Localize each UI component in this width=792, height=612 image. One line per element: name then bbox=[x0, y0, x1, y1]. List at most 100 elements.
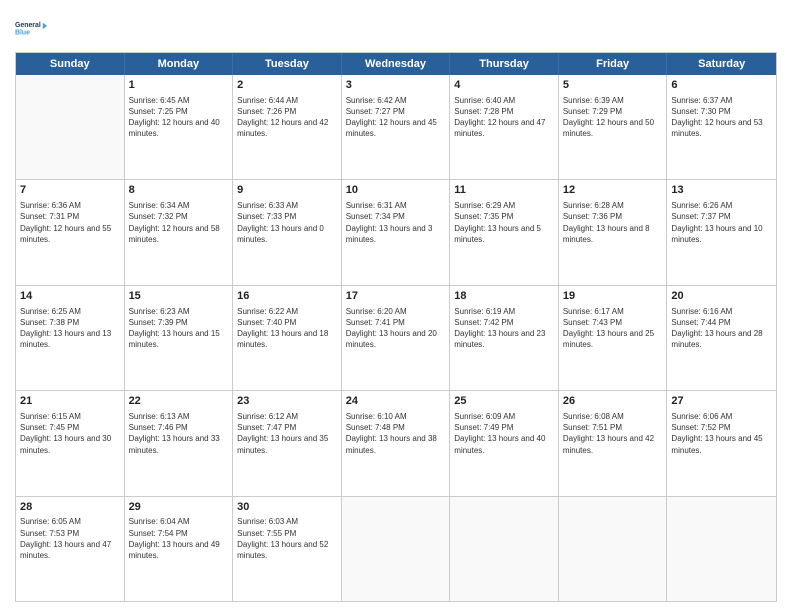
cal-cell-3-0: 21 Sunrise: 6:15 AMSunset: 7:45 PMDayligh… bbox=[16, 391, 125, 495]
cal-cell-4-3 bbox=[342, 497, 451, 601]
cell-info: Sunrise: 6:17 AMSunset: 7:43 PMDaylight:… bbox=[563, 306, 663, 351]
cal-cell-4-0: 28Sunrise: 6:05 AMSunset: 7:53 PMDayligh… bbox=[16, 497, 125, 601]
cell-info: Sunrise: 6:16 AMSunset: 7:44 PMDaylight:… bbox=[671, 306, 772, 351]
cell-info: Sunrise: 6:40 AMSunset: 7:28 PMDaylight:… bbox=[454, 95, 554, 140]
day-number: 9 bbox=[237, 183, 337, 198]
cell-info: Sunrise: 6:22 AMSunset: 7:40 PMDaylight:… bbox=[237, 306, 337, 351]
cal-cell-0-3: 3 Sunrise: 6:42 AMSunset: 7:27 PMDaylight… bbox=[342, 75, 451, 179]
day-number: 17 bbox=[346, 289, 446, 304]
header: General Blue bbox=[15, 10, 777, 46]
day-number: 24 bbox=[346, 394, 446, 409]
header-thursday: Thursday bbox=[450, 53, 559, 75]
cal-cell-1-3: 10 Sunrise: 6:31 AMSunset: 7:34 PMDayligh… bbox=[342, 180, 451, 284]
header-saturday: Saturday bbox=[667, 53, 776, 75]
day-number: 30 bbox=[237, 500, 337, 515]
cal-cell-2-6: 20Sunrise: 6:16 AMSunset: 7:44 PMDayligh… bbox=[667, 286, 776, 390]
week-row-3: 14 Sunrise: 6:25 AMSunset: 7:38 PMDayligh… bbox=[16, 286, 776, 391]
week-row-1: 1 Sunrise: 6:45 AMSunset: 7:25 PMDaylight… bbox=[16, 75, 776, 180]
logo-svg: General Blue bbox=[15, 10, 47, 46]
cal-cell-2-0: 14 Sunrise: 6:25 AMSunset: 7:38 PMDayligh… bbox=[16, 286, 125, 390]
day-number: 28 bbox=[20, 500, 120, 515]
cell-info: Sunrise: 6:44 AMSunset: 7:26 PMDaylight:… bbox=[237, 95, 337, 140]
week-row-2: 7Sunrise: 6:36 AMSunset: 7:31 PMDaylight… bbox=[16, 180, 776, 285]
cal-cell-1-5: 12Sunrise: 6:28 AMSunset: 7:36 PMDayligh… bbox=[559, 180, 668, 284]
cal-cell-4-6 bbox=[667, 497, 776, 601]
cal-cell-2-1: 15 Sunrise: 6:23 AMSunset: 7:39 PMDayligh… bbox=[125, 286, 234, 390]
cell-info: Sunrise: 6:26 AMSunset: 7:37 PMDaylight:… bbox=[671, 200, 772, 245]
cal-cell-2-5: 19 Sunrise: 6:17 AMSunset: 7:43 PMDayligh… bbox=[559, 286, 668, 390]
day-number: 29 bbox=[129, 500, 229, 515]
day-number: 21 bbox=[20, 394, 120, 409]
cell-info: Sunrise: 6:39 AMSunset: 7:29 PMDaylight:… bbox=[563, 95, 663, 140]
cell-info: Sunrise: 6:13 AMSunset: 7:46 PMDaylight:… bbox=[129, 411, 229, 456]
cell-info: Sunrise: 6:10 AMSunset: 7:48 PMDaylight:… bbox=[346, 411, 446, 456]
cal-cell-4-4 bbox=[450, 497, 559, 601]
header-sunday: Sunday bbox=[16, 53, 125, 75]
cal-cell-4-1: 29Sunrise: 6:04 AMSunset: 7:54 PMDayligh… bbox=[125, 497, 234, 601]
cell-info: Sunrise: 6:36 AMSunset: 7:31 PMDaylight:… bbox=[20, 200, 120, 245]
cal-cell-1-1: 8Sunrise: 6:34 AMSunset: 7:32 PMDaylight… bbox=[125, 180, 234, 284]
header-tuesday: Tuesday bbox=[233, 53, 342, 75]
cal-cell-1-2: 9Sunrise: 6:33 AMSunset: 7:33 PMDaylight… bbox=[233, 180, 342, 284]
cal-cell-3-2: 23 Sunrise: 6:12 AMSunset: 7:47 PMDayligh… bbox=[233, 391, 342, 495]
day-number: 3 bbox=[346, 78, 446, 93]
cal-cell-3-4: 25 Sunrise: 6:09 AMSunset: 7:49 PMDayligh… bbox=[450, 391, 559, 495]
day-number: 10 bbox=[346, 183, 446, 198]
cal-cell-0-5: 5 Sunrise: 6:39 AMSunset: 7:29 PMDaylight… bbox=[559, 75, 668, 179]
day-number: 5 bbox=[563, 78, 663, 93]
calendar-header-row: SundayMondayTuesdayWednesdayThursdayFrid… bbox=[16, 53, 776, 75]
day-number: 16 bbox=[237, 289, 337, 304]
cell-info: Sunrise: 6:15 AMSunset: 7:45 PMDaylight:… bbox=[20, 411, 120, 456]
day-number: 2 bbox=[237, 78, 337, 93]
day-number: 26 bbox=[563, 394, 663, 409]
day-number: 13 bbox=[671, 183, 772, 198]
cell-info: Sunrise: 6:08 AMSunset: 7:51 PMDaylight:… bbox=[563, 411, 663, 456]
week-row-5: 28Sunrise: 6:05 AMSunset: 7:53 PMDayligh… bbox=[16, 497, 776, 601]
day-number: 14 bbox=[20, 289, 120, 304]
day-number: 15 bbox=[129, 289, 229, 304]
cal-cell-3-3: 24 Sunrise: 6:10 AMSunset: 7:48 PMDayligh… bbox=[342, 391, 451, 495]
day-number: 1 bbox=[129, 78, 229, 93]
cal-cell-4-2: 30Sunrise: 6:03 AMSunset: 7:55 PMDayligh… bbox=[233, 497, 342, 601]
svg-text:Blue: Blue bbox=[15, 29, 30, 36]
cal-cell-0-1: 1 Sunrise: 6:45 AMSunset: 7:25 PMDaylight… bbox=[125, 75, 234, 179]
cal-cell-3-5: 26 Sunrise: 6:08 AMSunset: 7:51 PMDayligh… bbox=[559, 391, 668, 495]
cell-info: Sunrise: 6:04 AMSunset: 7:54 PMDaylight:… bbox=[129, 516, 229, 561]
day-number: 25 bbox=[454, 394, 554, 409]
cal-cell-2-2: 16 Sunrise: 6:22 AMSunset: 7:40 PMDayligh… bbox=[233, 286, 342, 390]
cal-cell-1-4: 11 Sunrise: 6:29 AMSunset: 7:35 PMDayligh… bbox=[450, 180, 559, 284]
cal-cell-0-6: 6 Sunrise: 6:37 AMSunset: 7:30 PMDaylight… bbox=[667, 75, 776, 179]
week-row-4: 21 Sunrise: 6:15 AMSunset: 7:45 PMDayligh… bbox=[16, 391, 776, 496]
cal-cell-4-5 bbox=[559, 497, 668, 601]
cell-info: Sunrise: 6:03 AMSunset: 7:55 PMDaylight:… bbox=[237, 516, 337, 561]
cell-info: Sunrise: 6:42 AMSunset: 7:27 PMDaylight:… bbox=[346, 95, 446, 140]
cal-cell-2-3: 17Sunrise: 6:20 AMSunset: 7:41 PMDayligh… bbox=[342, 286, 451, 390]
cell-info: Sunrise: 6:31 AMSunset: 7:34 PMDaylight:… bbox=[346, 200, 446, 245]
cell-info: Sunrise: 6:45 AMSunset: 7:25 PMDaylight:… bbox=[129, 95, 229, 140]
day-number: 19 bbox=[563, 289, 663, 304]
cell-info: Sunrise: 6:23 AMSunset: 7:39 PMDaylight:… bbox=[129, 306, 229, 351]
cal-cell-0-2: 2 Sunrise: 6:44 AMSunset: 7:26 PMDaylight… bbox=[233, 75, 342, 179]
cell-info: Sunrise: 6:09 AMSunset: 7:49 PMDaylight:… bbox=[454, 411, 554, 456]
cell-info: Sunrise: 6:19 AMSunset: 7:42 PMDaylight:… bbox=[454, 306, 554, 351]
cell-info: Sunrise: 6:37 AMSunset: 7:30 PMDaylight:… bbox=[671, 95, 772, 140]
cell-info: Sunrise: 6:34 AMSunset: 7:32 PMDaylight:… bbox=[129, 200, 229, 245]
header-wednesday: Wednesday bbox=[342, 53, 451, 75]
cell-info: Sunrise: 6:29 AMSunset: 7:35 PMDaylight:… bbox=[454, 200, 554, 245]
day-number: 11 bbox=[454, 183, 554, 198]
svg-text:General: General bbox=[15, 22, 41, 29]
day-number: 18 bbox=[454, 289, 554, 304]
cell-info: Sunrise: 6:25 AMSunset: 7:38 PMDaylight:… bbox=[20, 306, 120, 351]
header-friday: Friday bbox=[559, 53, 668, 75]
cell-info: Sunrise: 6:12 AMSunset: 7:47 PMDaylight:… bbox=[237, 411, 337, 456]
cal-cell-1-6: 13 Sunrise: 6:26 AMSunset: 7:37 PMDayligh… bbox=[667, 180, 776, 284]
cell-info: Sunrise: 6:05 AMSunset: 7:53 PMDaylight:… bbox=[20, 516, 120, 561]
cell-info: Sunrise: 6:06 AMSunset: 7:52 PMDaylight:… bbox=[671, 411, 772, 456]
day-number: 22 bbox=[129, 394, 229, 409]
calendar-body: 1 Sunrise: 6:45 AMSunset: 7:25 PMDaylight… bbox=[16, 75, 776, 601]
cell-info: Sunrise: 6:28 AMSunset: 7:36 PMDaylight:… bbox=[563, 200, 663, 245]
day-number: 23 bbox=[237, 394, 337, 409]
logo: General Blue bbox=[15, 10, 47, 46]
cal-cell-3-6: 27Sunrise: 6:06 AMSunset: 7:52 PMDayligh… bbox=[667, 391, 776, 495]
day-number: 6 bbox=[671, 78, 772, 93]
